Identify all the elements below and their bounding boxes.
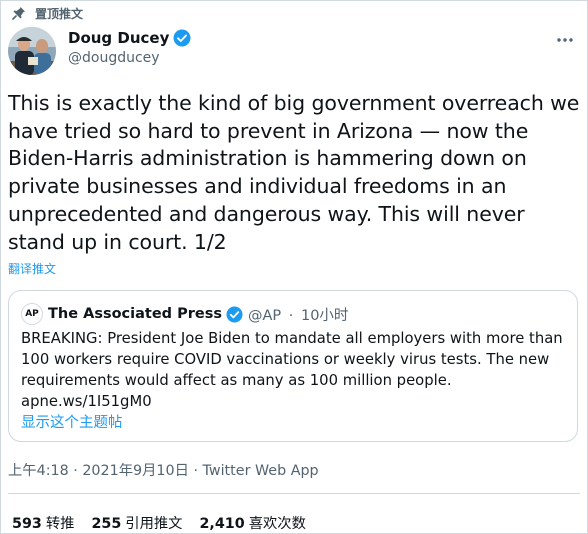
author-display-name[interactable]: Doug Ducey [68,29,169,47]
tweet-container [0,0,588,534]
verified-badge-icon [226,305,243,323]
likes-label: 喜欢次数 [248,516,306,532]
tweet-timestamp[interactable]: 上午4:18 · 2021年9月10日 · Twitter Web App [8,459,319,480]
quote-tweets-stat[interactable]: 255 引用推文 [91,512,182,533]
quote-tweets-count: 255 [91,516,122,532]
quoted-tweet-header: AP The Associated Press @AP · 10小时 [21,303,351,325]
quoted-link[interactable]: apne.ws/1I51gM0 [21,391,566,412]
quoted-text-line: 100 workers require COVID vaccinations o… [21,351,550,368]
divider [8,493,580,494]
retweets-label: 转推 [45,516,75,532]
quoted-author-name: The Associated Press [48,306,222,322]
verified-badge-icon [173,29,191,47]
quoted-handle: @AP [247,307,282,324]
author-name-row[interactable]: Doug Ducey [68,29,191,47]
quoted-time: 10小时 [300,307,349,324]
likes-stat[interactable]: 2,410 喜欢次数 [199,512,305,533]
tweet-text-line: Biden-Harris administration is hammering… [8,146,527,171]
more-options-icon[interactable] [555,30,575,54]
author-handle[interactable]: @dougducey [68,50,160,66]
avatar[interactable] [8,27,56,75]
quote-tweets-label: 引用推文 [125,516,183,532]
tweet-text-line: stand up in court. 1/2 [8,229,227,254]
pinned-indicator: 置顶推文 [12,4,83,22]
tweet-text-line: private businesses and individual freedo… [8,174,507,199]
pin-icon [12,6,26,20]
quoted-text-line: BREAKING: President Joe Biden to mandate… [21,330,563,347]
meta-separator: · [288,307,294,324]
engagement-stats: 593 转推 255 引用推文 2,410 喜欢次数 [12,512,306,533]
quoted-tweet-text: BREAKING: President Joe Biden to mandate… [21,328,566,412]
ap-logo: AP [21,303,43,325]
retweets-count: 593 [12,516,42,532]
translate-tweet-link[interactable]: 翻译推文 [8,260,56,277]
tweet-text: This is exactly the kind of big governme… [8,90,580,256]
pinned-label: 置顶推文 [35,6,84,21]
tweet-text-line: This is exactly the kind of big governme… [8,91,580,115]
tweet-text-line: unprecedented and dangerous way. This wi… [8,201,525,226]
retweets-stat[interactable]: 593 转推 [12,512,74,533]
tweet-text-line: have tried so hard to prevent in Arizona… [8,118,529,143]
quoted-tweet-card[interactable]: AP The Associated Press @AP · 10小时 BREAK… [8,290,578,442]
likes-count: 2,410 [199,516,245,532]
quoted-text-line: requirements would affect as many as 100… [21,372,452,389]
show-thread-link[interactable]: 显示这个主题帖 [21,411,123,432]
quoted-meta: @AP · 10小时 [248,304,351,325]
